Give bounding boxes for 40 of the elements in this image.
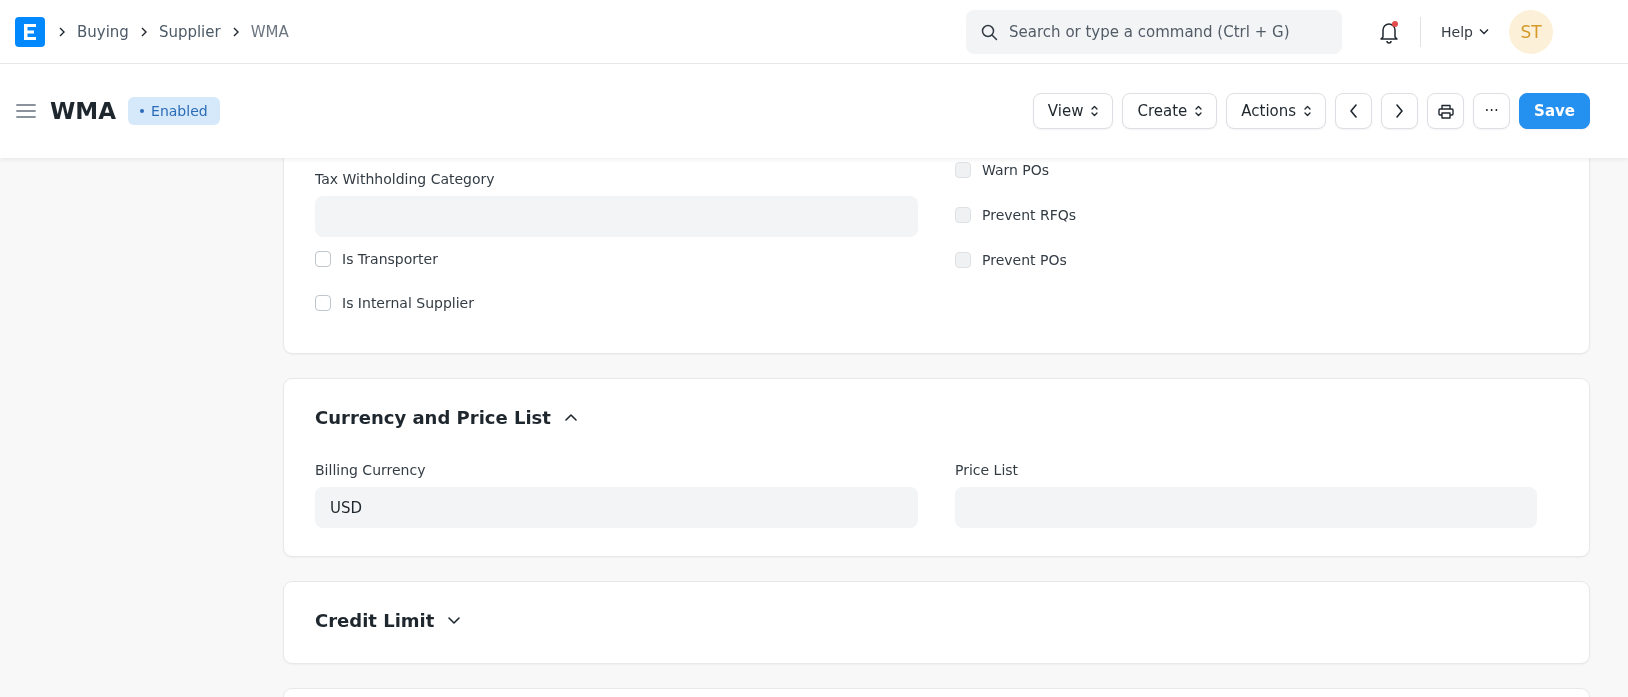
field-label: Billing Currency [315,462,427,478]
search-field[interactable]: Search or type a command (Ctrl + G) [966,9,1343,54]
breadcrumb-link[interactable]: Buying [77,22,129,41]
next-button[interactable] [1381,93,1419,129]
breadcrumb-link[interactable]: Supplier [158,22,221,41]
checkbox[interactable] [315,295,331,311]
chevron-left-icon [1349,104,1359,118]
page-title: WMA [50,98,117,124]
checkbox-label: Prevent RFQs [982,206,1077,223]
dropdown-button[interactable]: Actions [1226,93,1327,129]
chevron-right-icon [1395,104,1405,118]
print-button[interactable] [1427,93,1465,129]
field-label: Price List [955,462,1020,478]
checkbox-label: Warn POs [982,161,1050,178]
sort-icon [1304,105,1312,117]
dropdown-button[interactable]: Create [1122,93,1218,129]
sort-icon [1091,105,1099,117]
chevron-right-icon [57,26,67,37]
chevron-down-icon [1479,28,1489,35]
help-menu[interactable]: Help [1441,23,1489,40]
printer-icon [1437,103,1454,119]
checkbox-label: Is Internal Supplier [342,295,474,311]
checkbox-label: Is Transporter [342,251,438,267]
notification-bell-icon[interactable] [1378,19,1401,44]
breadcrumb-link[interactable]: WMA [250,22,289,41]
checkbox-label: Prevent POs [982,251,1067,268]
previous-button[interactable] [1335,93,1373,129]
status-indicator: Enabled [128,97,220,125]
chevron-up-icon [564,413,577,422]
menu-icon[interactable] [16,103,36,119]
more-button[interactable]: ··· [1473,93,1511,129]
section-header[interactable]: Currency and Price List [315,403,577,432]
dropdown-button[interactable]: View [1032,93,1114,129]
sort-icon [1195,105,1203,117]
input-field[interactable]: USD [315,487,918,528]
checkbox[interactable] [315,251,331,267]
field-label: Tax Withholding Category [315,171,496,187]
app-logo[interactable] [15,16,45,47]
section-header[interactable]: Credit Limit [315,606,461,635]
chevron-down-icon [448,616,461,625]
